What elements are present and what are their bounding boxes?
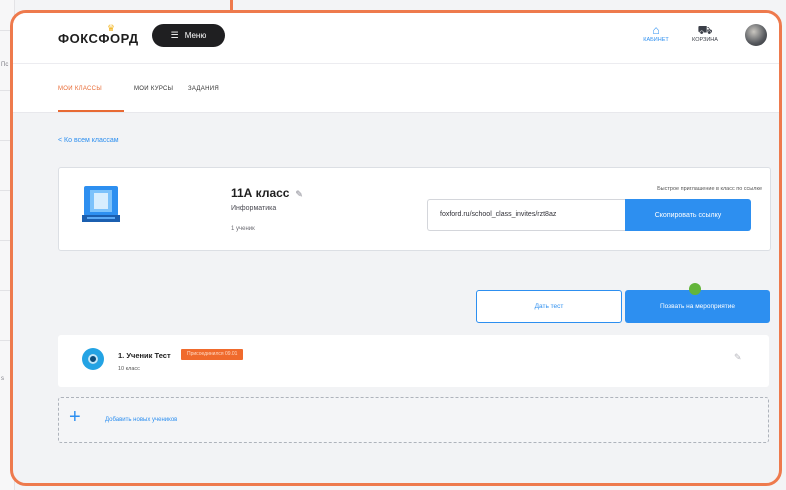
tab-assignments[interactable]: ЗАДАНИЯ [188, 86, 219, 92]
invite-link-field[interactable]: foxford.ru/school_class_invites/rzt8az [427, 199, 625, 231]
cart-icon: ⛟ [697, 23, 713, 37]
class-name: 11А класс [231, 186, 290, 200]
pencil-icon[interactable]: ✎ [734, 352, 742, 363]
nav-cabinet-label: КАБИНЕТ [643, 37, 669, 43]
add-students-label: Добавить новых учеников [105, 417, 178, 423]
user-avatar[interactable] [745, 24, 767, 46]
class-card: 11А класс ✎ Информатика 1 ученик Быстрое… [58, 167, 771, 251]
nav-cart[interactable]: ⛟ КОРЗИНА [680, 23, 730, 43]
crown-icon: ♛ [107, 23, 116, 33]
class-title: 11А класс ✎ [231, 186, 303, 200]
status-dot [689, 283, 701, 295]
back-to-classes-link[interactable]: < Ко всем классам [58, 137, 119, 144]
nav-cart-label: КОРЗИНА [692, 37, 718, 43]
highlight-connector [230, 0, 233, 10]
tab-my-classes[interactable]: МОИ КЛАССЫ [58, 86, 102, 92]
add-students-box[interactable]: + Добавить новых учеников [58, 397, 769, 443]
menu-button[interactable]: ☰ Меню [152, 24, 225, 47]
highlight-frame: ФОКСФОРД ♛ ☰ Меню ⌂ КАБИНЕТ ⛟ КОРЗИНА МО… [10, 10, 782, 486]
top-header: ФОКСФОРД ♛ ☰ Меню ⌂ КАБИНЕТ ⛟ КОРЗИНА [13, 13, 779, 64]
menu-label: Меню [184, 31, 207, 40]
hamburger-icon: ☰ [170, 30, 179, 40]
student-avatar [82, 348, 104, 370]
home-icon: ⌂ [652, 23, 660, 37]
pencil-icon[interactable]: ✎ [293, 189, 303, 199]
section-tabs: МОИ КЛАССЫ МОИ КУРСЫ ЗАДАНИЯ [13, 64, 779, 113]
class-subject: Информатика [231, 205, 277, 212]
tab-my-courses[interactable]: МОИ КУРСЫ [134, 86, 173, 92]
give-test-button[interactable]: Дать тест [476, 290, 622, 323]
invite-to-event-button[interactable]: Позвать на мероприятие [625, 290, 770, 323]
joined-badge: Присоединился 09.01 [181, 349, 244, 360]
copy-link-button[interactable]: Скопировать ссылку [625, 199, 751, 231]
class-icon [82, 186, 120, 222]
active-tab-underline [58, 110, 124, 112]
foxford-logo[interactable]: ФОКСФОРД [58, 31, 139, 46]
student-row: 1. Ученик Тест Присоединился 09.01 10 кл… [58, 335, 769, 387]
student-name[interactable]: 1. Ученик Тест [118, 351, 171, 360]
nav-cabinet[interactable]: ⌂ КАБИНЕТ [631, 23, 681, 43]
invite-label: Быстрое приглашение в класс по ссылке [657, 186, 762, 192]
class-student-count: 1 ученик [231, 226, 255, 232]
plus-icon: + [69, 406, 81, 428]
student-class: 10 класс [118, 366, 140, 372]
